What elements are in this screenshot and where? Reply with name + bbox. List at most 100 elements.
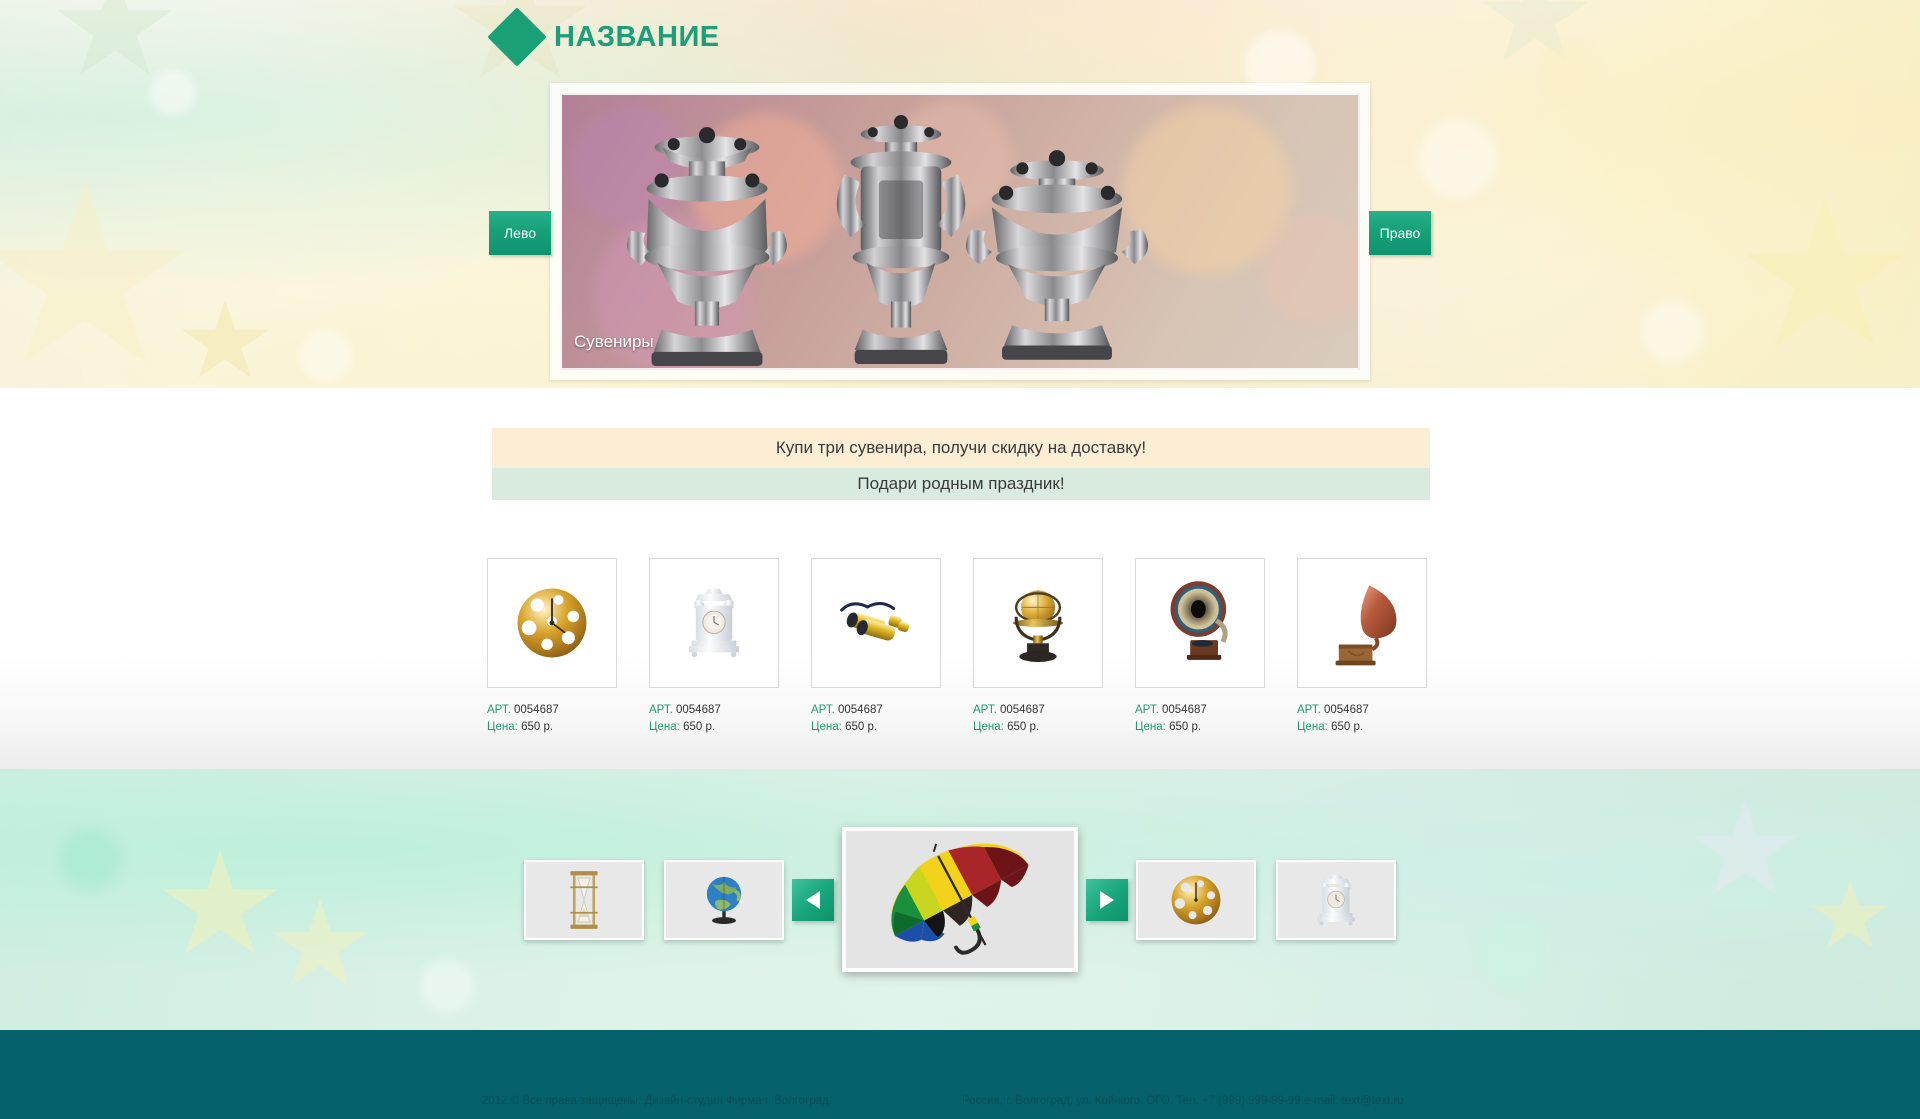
gramophone-side-icon <box>1335 585 1397 666</box>
gold-globe-trophy-icon <box>1013 590 1063 662</box>
carousel-thumb-hourglass[interactable] <box>524 859 644 940</box>
samovar-center-image <box>836 115 966 364</box>
product-price-row: Цена: 650 р. <box>1135 719 1265 736</box>
hero-image: Сувениры <box>560 93 1360 370</box>
art-label: АРТ. <box>649 704 673 716</box>
page-root: НАЗВАНИЕ Сувениры Лево Право Купи три су… <box>0 0 1920 1119</box>
white-mantel-clock-icon <box>1317 874 1355 925</box>
art-value: 0054687 <box>1323 704 1369 716</box>
price-value: 650 р. <box>1169 720 1202 733</box>
globe-icon <box>706 876 742 924</box>
decor-bokeh-dot <box>1640 300 1704 364</box>
hero-caption: Сувениры <box>574 332 654 351</box>
hourglass-icon <box>570 870 598 929</box>
carousel-main-image-rainbow-umbrella[interactable] <box>842 827 1078 972</box>
gold-disc-clock-icon <box>1171 875 1221 924</box>
triangle-right-icon <box>1100 890 1114 909</box>
product-card[interactable]: АРТ. 0054687 Цена: 650 р. <box>1135 558 1265 735</box>
carousel-thumb-white-mantel-clock[interactable] <box>1276 859 1396 940</box>
art-value: 0054687 <box>999 704 1045 716</box>
rainbow-umbrella-icon <box>891 843 1029 955</box>
product-meta: АРТ. 0054687 Цена: 650 р. <box>649 702 779 735</box>
decor-bokeh-dot <box>150 70 196 116</box>
product-art-row: АРТ. 0054687 <box>649 702 779 719</box>
product-price-row: Цена: 650 р. <box>973 719 1103 736</box>
product-price-row: Цена: 650 р. <box>811 719 941 736</box>
product-image-white-mantel-clock[interactable] <box>649 558 779 688</box>
art-value: 0054687 <box>837 704 883 716</box>
carousel-prev-button[interactable] <box>792 878 834 921</box>
product-art-row: АРТ. 0054687 <box>811 702 941 719</box>
product-card[interactable]: АРТ. 0054687 Цена: 650 р. <box>487 558 617 735</box>
price-value: 650 р. <box>1007 720 1040 733</box>
price-value: 650 р. <box>521 720 554 733</box>
product-grid: АРТ. 0054687 Цена: 650 р. АРТ. 0054687 Ц… <box>487 558 1427 735</box>
main-content: Купи три сувенира, получи скидку на дост… <box>0 388 1920 769</box>
price-value: 650 р. <box>845 720 878 733</box>
product-meta: АРТ. 0054687 Цена: 650 р. <box>1135 702 1265 735</box>
product-price-row: Цена: 650 р. <box>487 719 617 736</box>
product-image-gramophone-side[interactable] <box>1297 558 1427 688</box>
art-value: 0054687 <box>513 704 559 716</box>
gold-disc-clock-icon <box>517 588 587 658</box>
product-price-row: Цена: 650 р. <box>1297 719 1427 736</box>
product-image-gold-disc-clock[interactable] <box>487 558 617 688</box>
product-art-row: АРТ. 0054687 <box>1297 702 1427 719</box>
product-art-row: АРТ. 0054687 <box>487 702 617 719</box>
art-label: АРТ. <box>1135 704 1159 716</box>
art-label: АРТ. <box>973 704 997 716</box>
promo-banner-2: Подари родным праздник! <box>492 468 1430 500</box>
price-label: Цена: <box>1297 720 1328 733</box>
site-logo[interactable]: НАЗВАНИЕ <box>487 7 720 67</box>
carousel-thumb-gold-disc-clock[interactable] <box>1136 859 1256 940</box>
product-card[interactable]: АРТ. 0054687 Цена: 650 р. <box>649 558 779 735</box>
product-image-gramophone-front[interactable] <box>1135 558 1265 688</box>
product-meta: АРТ. 0054687 Цена: 650 р. <box>973 702 1103 735</box>
art-label: АРТ. <box>811 704 835 716</box>
site-title: НАЗВАНИЕ <box>554 20 720 53</box>
hero-prev-button[interactable]: Лево <box>489 211 551 255</box>
footer-copyright: 2012 © Все права защищены. Дизайн-студия… <box>482 1095 832 1107</box>
thumbnail-carousel <box>0 769 1920 1030</box>
product-card[interactable]: АРТ. 0054687 Цена: 650 р. <box>1297 558 1427 735</box>
triangle-left-icon <box>806 890 820 909</box>
product-meta: АРТ. 0054687 Цена: 650 р. <box>1297 702 1427 735</box>
product-image-brass-binoculars[interactable] <box>811 558 941 688</box>
product-art-row: АРТ. 0054687 <box>973 702 1103 719</box>
art-value: 0054687 <box>675 704 721 716</box>
hero-next-button[interactable]: Право <box>1369 211 1431 255</box>
price-label: Цена: <box>487 720 518 733</box>
product-art-row: АРТ. 0054687 <box>1135 702 1265 719</box>
art-label: АРТ. <box>1297 704 1321 716</box>
gramophone-front-icon <box>1170 581 1228 660</box>
product-meta: АРТ. 0054687 Цена: 650 р. <box>811 702 941 735</box>
site-footer: 2012 © Все права защищены. Дизайн-студия… <box>0 1030 1920 1119</box>
price-value: 650 р. <box>683 720 716 733</box>
decor-bokeh-dot <box>1418 118 1498 198</box>
brass-binoculars-icon <box>840 602 910 641</box>
footer-contacts: Россия, г. Волгоград, ул. Кой-кого, ОГО.… <box>962 1095 1404 1107</box>
art-value: 0054687 <box>1161 704 1207 716</box>
product-card[interactable]: АРТ. 0054687 Цена: 650 р. <box>973 558 1103 735</box>
carousel-thumb-globe[interactable] <box>664 859 784 940</box>
decor-bokeh-dot <box>300 330 352 382</box>
product-meta: АРТ. 0054687 Цена: 650 р. <box>487 702 617 735</box>
price-label: Цена: <box>1135 720 1166 733</box>
product-card[interactable]: АРТ. 0054687 Цена: 650 р. <box>811 558 941 735</box>
promo-banner-1: Купи три сувенира, получи скидку на дост… <box>492 428 1430 468</box>
price-label: Цена: <box>649 720 680 733</box>
product-price-row: Цена: 650 р. <box>649 719 779 736</box>
price-value: 650 р. <box>1331 720 1364 733</box>
art-label: АРТ. <box>487 704 511 716</box>
samovar-right-image <box>965 150 1149 360</box>
price-label: Цена: <box>811 720 842 733</box>
promo-banners: Купи три сувенира, получи скидку на дост… <box>492 428 1430 500</box>
diamond-icon <box>487 7 547 67</box>
footer-content: 2012 © Все права защищены. Дизайн-студия… <box>0 1030 1920 1119</box>
carousel-next-button[interactable] <box>1086 878 1128 921</box>
hero-slider: Сувениры <box>550 83 1370 380</box>
white-mantel-clock-icon <box>688 588 740 658</box>
product-image-gold-globe-trophy[interactable] <box>973 558 1103 688</box>
hero-bokeh <box>1262 215 1358 325</box>
decor-bokeh-dot <box>1540 42 1600 102</box>
